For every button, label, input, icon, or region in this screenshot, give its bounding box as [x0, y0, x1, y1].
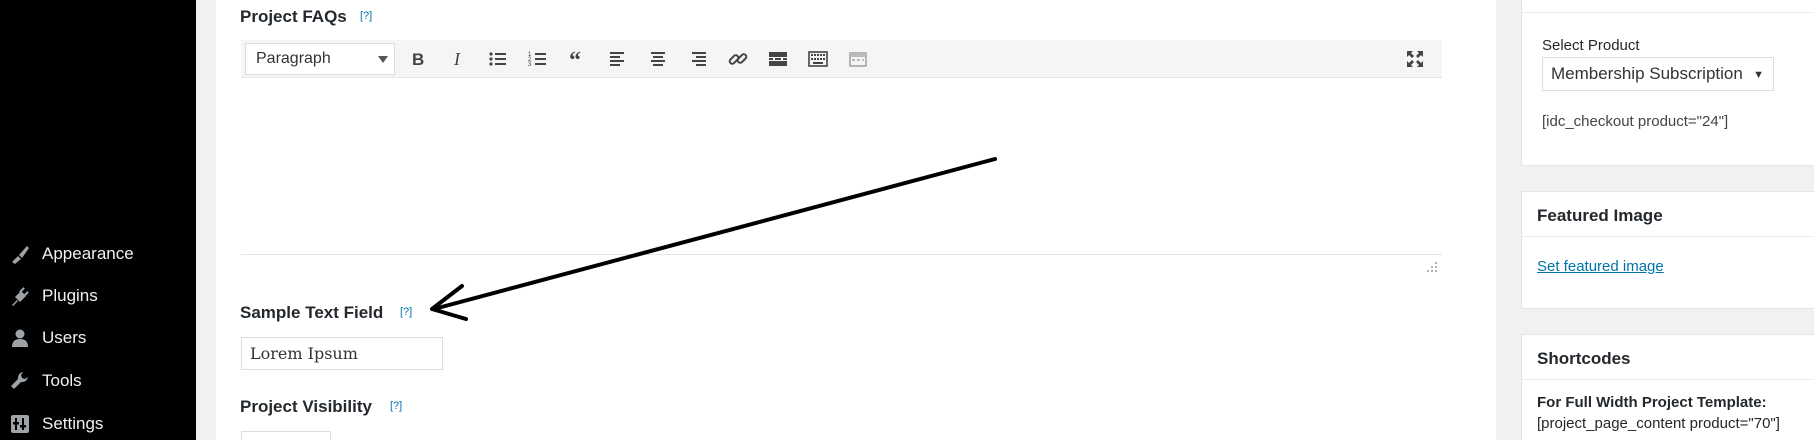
blockquote-icon[interactable]: “ — [563, 44, 593, 74]
italic-icon[interactable]: I — [443, 44, 473, 74]
sample-help-link[interactable]: [?] — [400, 306, 412, 318]
align-center-icon[interactable] — [643, 44, 673, 74]
settings-icon — [8, 412, 32, 436]
svg-text:B: B — [412, 50, 424, 69]
main-editor-panel: Project FAQs [?] Paragraph B I 123 “ Sam… — [216, 0, 1496, 440]
paintbrush-icon — [8, 242, 32, 266]
visibility-title: Project Visibility — [240, 397, 372, 416]
sidebar-item-tools[interactable]: Tools — [0, 361, 196, 401]
admin-sidebar: Appearance Plugins Users Tools Settings — [0, 0, 196, 440]
faqs-editor-area[interactable] — [241, 78, 1442, 272]
sidebar-item-label: Settings — [42, 414, 104, 433]
numbered-list-icon[interactable]: 123 — [523, 44, 553, 74]
shortcodes-title: Shortcodes — [1537, 349, 1631, 368]
product-select[interactable]: Membership Subscription ▼ — [1542, 57, 1774, 91]
featured-image-title: Featured Image — [1537, 206, 1663, 225]
wrench-icon — [8, 369, 32, 393]
fullscreen-icon[interactable] — [1400, 44, 1430, 74]
sample-field-title: Sample Text Field — [240, 303, 384, 322]
faqs-help-link[interactable]: [?] — [360, 10, 372, 22]
shortcodes-subtitle: For Full Width Project Template: — [1537, 394, 1767, 411]
visibility-help-link[interactable]: [?] — [390, 400, 402, 412]
faqs-title: Project FAQs — [240, 7, 347, 26]
box-divider — [1522, 236, 1814, 237]
shortcodes-box: Shortcodes For Full Width Project Templa… — [1521, 334, 1814, 440]
user-icon — [8, 326, 32, 350]
read-more-icon[interactable] — [763, 44, 793, 74]
select-product-label: Select Product — [1542, 37, 1640, 54]
product-box: Select Product Membership Subscription ▼… — [1521, 0, 1814, 166]
chevron-down-icon — [378, 56, 388, 63]
svg-text:3: 3 — [528, 62, 532, 68]
project-shortcode: [project_page_content product="70"] — [1537, 415, 1780, 432]
align-left-icon[interactable] — [603, 44, 633, 74]
sidebar-item-label: Appearance — [42, 244, 134, 263]
resize-handle-icon[interactable] — [1426, 260, 1438, 272]
set-featured-image-link[interactable]: Set featured image — [1537, 258, 1664, 275]
format-select-value: Paragraph — [256, 50, 331, 67]
sidebar-item-plugins[interactable]: Plugins — [0, 276, 196, 316]
bold-icon[interactable]: B — [403, 44, 433, 74]
sidebar-item-label: Plugins — [42, 286, 98, 305]
sidebar-item-appearance[interactable]: Appearance — [0, 234, 196, 274]
format-select[interactable]: Paragraph — [245, 43, 395, 75]
keyboard-icon[interactable] — [803, 44, 833, 74]
bullet-list-icon[interactable] — [483, 44, 513, 74]
box-divider — [1522, 379, 1814, 380]
plugin-icon — [8, 284, 32, 308]
toolbar-toggle-icon[interactable] — [843, 44, 873, 74]
sidebar-item-settings[interactable]: Settings — [0, 404, 196, 440]
product-select-value: Membership Subscription — [1551, 64, 1743, 83]
box-divider — [1522, 12, 1814, 13]
visibility-select[interactable] — [241, 431, 331, 440]
align-right-icon[interactable] — [683, 44, 713, 74]
editor-toolbar: Paragraph B I 123 “ — [241, 40, 1442, 78]
featured-image-box: Featured Image Set featured image — [1521, 191, 1814, 309]
chevron-down-icon: ▼ — [1753, 69, 1764, 81]
sample-text-input[interactable] — [241, 337, 443, 370]
sidebar-item-users[interactable]: Users — [0, 318, 196, 358]
sidebar-item-label: Tools — [42, 371, 82, 390]
svg-text:I: I — [453, 49, 461, 69]
checkout-shortcode: [idc_checkout product="24"] — [1542, 113, 1729, 130]
svg-text:“: “ — [569, 49, 581, 69]
sidebar-item-label: Users — [42, 328, 87, 347]
link-icon[interactable] — [723, 44, 753, 74]
